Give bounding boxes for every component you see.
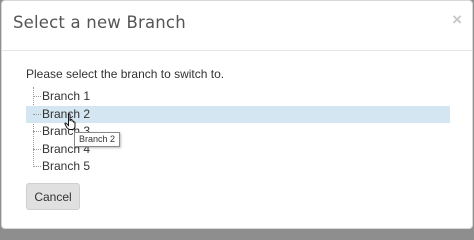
select-branch-dialog: Select a new Branch × Please select the … — [1, 0, 473, 229]
tree-item-label: Branch 5 — [42, 159, 91, 173]
tree-branch-line — [33, 96, 41, 97]
dialog-header: Select a new Branch × — [2, 1, 472, 51]
branch-tooltip: Branch 2 — [74, 132, 121, 147]
tree-item-branch-1[interactable]: Branch 1 — [26, 88, 450, 105]
dialog-title: Select a new Branch — [13, 13, 186, 32]
tree-branch-line — [33, 114, 41, 115]
hand-pointer-icon — [64, 113, 76, 130]
cancel-button[interactable]: Cancel — [26, 183, 80, 210]
tree-item-label: Branch 1 — [42, 89, 91, 103]
dialog-prompt: Please select the branch to switch to. — [26, 67, 225, 81]
tree-branch-line — [33, 149, 41, 150]
tree-item-branch-5[interactable]: Branch 5 — [26, 158, 450, 175]
branch-tree: Branch 1 Branch 2 Branch 3 Branch 4 Bran… — [26, 87, 450, 175]
close-icon[interactable]: × — [452, 11, 462, 28]
tree-branch-line — [33, 166, 41, 167]
tree-branch-line — [33, 131, 41, 132]
tree-item-branch-2[interactable]: Branch 2 — [26, 106, 450, 123]
